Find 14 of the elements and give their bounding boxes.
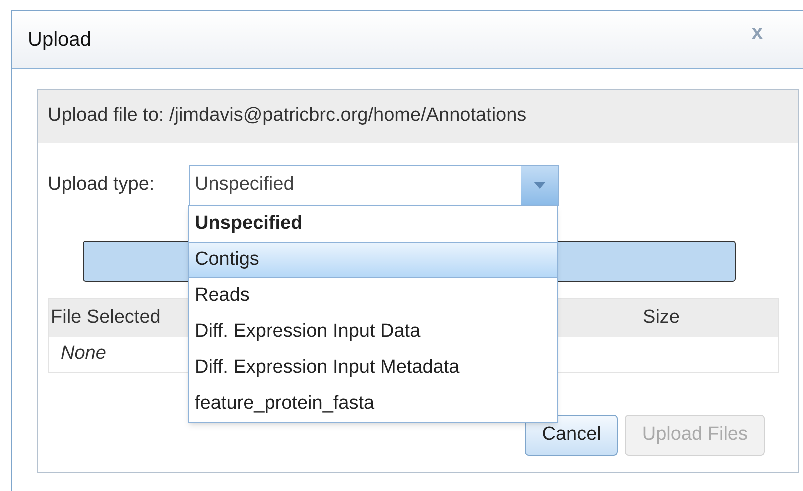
column-header: Size — [643, 306, 680, 330]
upload-type-label: Upload type: — [48, 173, 156, 198]
select-value: Unspecified — [194, 173, 296, 198]
dropdown-option[interactable]: Contigs — [189, 242, 557, 278]
destination-path: Upload file to: /jimdavis@patricbrc.org/home/Annotations — [48, 104, 527, 128]
upload-type-select[interactable]: Unspecified — [189, 165, 559, 206]
column-header: File Selected — [51, 306, 161, 330]
dropdown-option[interactable]: Diff. Expression Input Metadata — [189, 350, 557, 386]
dropdown-option[interactable]: Reads — [189, 278, 557, 314]
empty-row-text: None — [60, 342, 106, 366]
dialog-button[interactable]: Cancel — [525, 415, 618, 456]
dialog-title: Upload — [28, 28, 92, 52]
dropdown-option[interactable]: Unspecified — [189, 206, 557, 242]
dropdown-option[interactable]: Diff. Expression Input Data — [189, 314, 557, 350]
